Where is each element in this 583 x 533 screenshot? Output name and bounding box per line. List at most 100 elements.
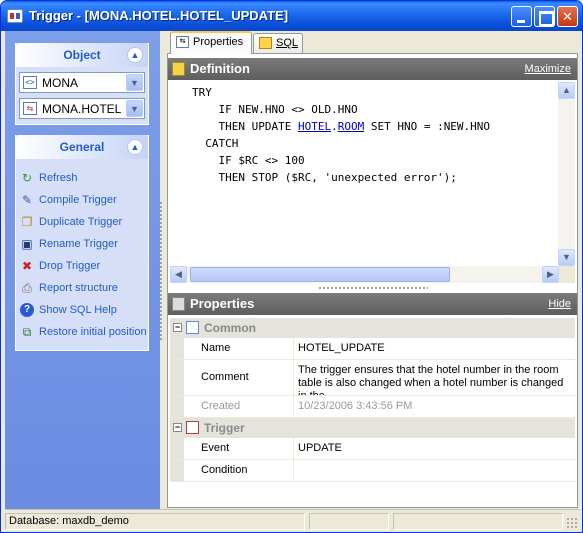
nav-item-compile-trigger[interactable]: ✎ Compile Trigger	[16, 189, 148, 211]
tab-bar: ⇆ Properties SQL	[167, 31, 581, 54]
code-line: THEN STOP ($RC, 'unexpected error');	[192, 169, 457, 186]
category-trigger[interactable]: − Trigger	[170, 418, 575, 438]
resize-grip-icon[interactable]	[566, 517, 578, 529]
property-value-condition[interactable]	[294, 460, 575, 481]
title-bar[interactable]: Trigger - [MONA.HOTEL.HOTEL_UPDATE]	[1, 1, 582, 31]
object-combo-value: MONA.HOTEL.H	[42, 102, 122, 116]
duplicate-icon: ❐	[21, 215, 33, 229]
object-group-header[interactable]: Object ▲	[16, 43, 148, 67]
nav-item-restore-initial-position[interactable]: ⧉ Restore initial position	[16, 321, 148, 343]
code-object-link[interactable]: ROOM	[338, 120, 365, 133]
help-icon: ?	[20, 303, 34, 317]
code-line: TRY	[192, 84, 212, 101]
nav-item-rename-trigger[interactable]: ▣ Rename Trigger	[16, 233, 148, 255]
trigger-app-icon	[7, 9, 23, 23]
window-title: Trigger - [MONA.HOTEL.HOTEL_UPDATE]	[29, 8, 289, 23]
sql-tab-icon	[259, 37, 272, 49]
chevron-down-icon[interactable]: ▼	[126, 100, 143, 117]
nav-item-show-sql-help[interactable]: ? Show SQL Help	[16, 299, 148, 321]
code-text: THEN STOP ($RC, 'unexpected error');	[192, 171, 457, 184]
definition-properties-splitter[interactable]	[318, 286, 428, 290]
maximize-icon[interactable]	[534, 6, 555, 27]
property-row-event[interactable]: Event UPDATE	[170, 438, 575, 460]
nav-item-label: Drop Trigger	[39, 260, 101, 272]
splitter-grip[interactable]	[159, 201, 163, 341]
category-common[interactable]: − Common	[170, 318, 575, 338]
code-line: IF NEW.HNO <> OLD.HNO	[192, 101, 358, 118]
navigation-pane: Object ▲ <> MONA ▼ ⇆ MONA.HOTEL.H ▼ Gene…	[5, 31, 160, 509]
general-group: General ▲ ↻ Refresh ✎ Compile Trigger ❐ …	[15, 135, 149, 351]
rename-icon: ▣	[21, 237, 33, 251]
scroll-down-arrow-icon[interactable]: ▼	[558, 249, 575, 266]
property-value-event[interactable]: UPDATE	[294, 438, 575, 459]
collapse-icon[interactable]: −	[173, 423, 182, 432]
property-value-name[interactable]: HOTEL_UPDATE	[294, 338, 575, 359]
status-pane-3	[393, 513, 563, 530]
code-object-link[interactable]: HOTEL	[298, 120, 331, 133]
properties-title: Properties	[190, 296, 255, 311]
close-icon[interactable]	[557, 6, 578, 27]
nav-item-drop-trigger[interactable]: ✖ Drop Trigger	[16, 255, 148, 277]
definition-icon	[172, 62, 185, 76]
collapse-chevron-icon[interactable]: ▲	[127, 47, 143, 63]
minimize-icon[interactable]	[511, 6, 532, 27]
chevron-down-icon[interactable]: ▼	[126, 74, 143, 91]
definition-header: Definition Maximize	[168, 58, 577, 80]
property-row-created[interactable]: Created 10/23/2006 3:43:56 PM	[170, 396, 575, 418]
database-combo[interactable]: <> MONA ▼	[19, 72, 145, 93]
property-name: Condition	[184, 460, 294, 481]
nav-item-duplicate-trigger[interactable]: ❐ Duplicate Trigger	[16, 211, 148, 233]
tab-properties[interactable]: ⇆ Properties	[170, 31, 252, 54]
maximize-link[interactable]: Maximize	[525, 63, 571, 75]
general-group-title: General	[59, 140, 105, 154]
nav-item-report-structure[interactable]: ⎙ Report structure	[16, 277, 148, 299]
scrollbar-corner	[559, 266, 575, 283]
common-category-icon	[186, 321, 199, 334]
nav-item-label: Compile Trigger	[39, 194, 117, 206]
property-value-created: 10/23/2006 3:43:56 PM	[298, 400, 413, 412]
collapse-icon[interactable]: −	[173, 323, 182, 332]
general-group-header[interactable]: General ▲	[16, 135, 148, 159]
tab-sql-label: SQL	[276, 37, 299, 49]
code-text: IF NEW.HNO <> OLD.HNO	[192, 103, 358, 116]
trigger-category-icon	[186, 421, 199, 434]
code-line: THEN UPDATE HOTEL.ROOM SET HNO = :NEW.HN…	[192, 118, 490, 135]
scroll-right-arrow-icon[interactable]: ▶	[542, 266, 559, 283]
code-text: CATCH	[192, 137, 239, 150]
report-icon: ⎙	[22, 281, 32, 295]
nav-item-label: Duplicate Trigger	[39, 216, 123, 228]
database-combo-value: MONA	[42, 76, 78, 90]
properties-header: Properties Hide	[168, 293, 577, 315]
code-text: IF $RC <> 100	[192, 154, 305, 167]
status-pane-2	[309, 513, 389, 530]
tab-sql[interactable]: SQL	[253, 33, 303, 53]
code-text: TRY	[192, 86, 212, 99]
scroll-up-arrow-icon[interactable]: ▲	[558, 82, 575, 99]
scroll-thumb[interactable]	[190, 267, 450, 282]
object-group: Object ▲ <> MONA ▼ ⇆ MONA.HOTEL.H ▼	[15, 43, 149, 125]
code-line: IF $RC <> 100	[192, 152, 305, 169]
scroll-left-arrow-icon[interactable]: ◀	[170, 266, 187, 283]
database-icon: <>	[23, 76, 37, 89]
refresh-icon: ↻	[21, 171, 33, 185]
restore-icon: ⧉	[22, 325, 32, 339]
editor-horizontal-scrollbar[interactable]: ◀ ▶	[170, 266, 559, 283]
object-combo[interactable]: ⇆ MONA.HOTEL.H ▼	[19, 98, 145, 119]
properties-tab-icon: ⇆	[176, 36, 189, 48]
nav-item-refresh[interactable]: ↻ Refresh	[16, 167, 148, 189]
property-value-comment[interactable]: The trigger ensures that the hotel numbe…	[294, 360, 575, 395]
nav-item-label: Restore initial position	[39, 326, 147, 338]
trigger-icon: ⇆	[23, 102, 37, 115]
property-name: Created	[184, 396, 294, 417]
hide-link[interactable]: Hide	[548, 298, 571, 310]
property-row-name[interactable]: Name HOTEL_UPDATE	[170, 338, 575, 360]
category-trigger-title: Trigger	[204, 421, 245, 435]
sql-definition-editor[interactable]: TRY IF NEW.HNO <> OLD.HNO THEN UPDATE HO…	[170, 82, 575, 265]
editor-vertical-scrollbar[interactable]: ▲ ▼	[558, 82, 575, 268]
collapse-chevron-icon[interactable]: ▲	[127, 139, 143, 155]
property-row-condition[interactable]: Condition	[170, 460, 575, 482]
code-text: THEN UPDATE	[192, 120, 298, 133]
property-row-comment[interactable]: Comment The trigger ensures that the hot…	[170, 360, 575, 396]
compile-icon: ✎	[21, 193, 33, 207]
code-line: CATCH	[192, 135, 238, 152]
